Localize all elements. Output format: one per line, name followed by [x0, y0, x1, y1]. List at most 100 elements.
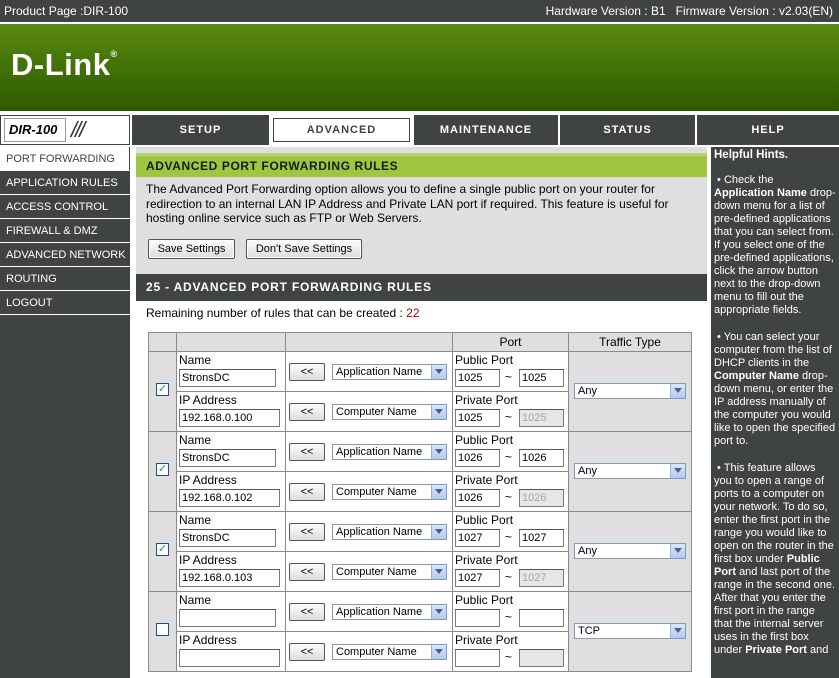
rule-enable-checkbox[interactable]: ✓ [156, 543, 169, 556]
rule-enable-checkbox[interactable] [156, 623, 169, 636]
computer-name-select[interactable]: Computer Name [332, 564, 447, 580]
name-label: Name [179, 593, 212, 607]
rule-name-input[interactable] [179, 609, 276, 627]
rule-enable-checkbox[interactable]: ✓ [156, 383, 169, 396]
save-settings-button[interactable]: Save Settings [148, 239, 235, 259]
rule-name-input[interactable]: StronsDC [179, 369, 276, 387]
chevron-down-icon [431, 405, 446, 419]
traffic-type-select[interactable]: Any [574, 543, 686, 559]
application-name-select[interactable]: Application Name [332, 364, 447, 380]
computer-name-select[interactable]: Computer Name [332, 404, 447, 420]
name-label: Name [179, 353, 212, 367]
private-port-start-input[interactable]: 1026 [455, 489, 500, 507]
sidebar-item-logout[interactable]: LOGOUT [0, 291, 130, 315]
sidebar-item-port-forwarding[interactable]: PORT FORWARDING [0, 147, 130, 171]
fill-computer-button[interactable]: << [289, 483, 325, 501]
fill-computer-button[interactable]: << [289, 643, 325, 661]
table-row: Name << Application Name Public Port ~ TCP [148, 591, 692, 672]
ip-address-input[interactable]: 192.168.0.103 [179, 569, 280, 587]
ip-address-input[interactable] [179, 649, 280, 667]
tab-advanced[interactable]: ADVANCED [269, 115, 412, 145]
hint-computer-name: • You can select your computer from the … [714, 331, 836, 447]
fill-application-button[interactable]: << [289, 523, 325, 541]
application-name-select[interactable]: Application Name [332, 524, 447, 540]
public-port-start-input[interactable]: 1027 [455, 529, 500, 547]
chevron-down-icon [670, 624, 685, 638]
top-info-bar: Product Page :DIR-100 Hardware Version :… [0, 0, 839, 22]
public-port-start-input[interactable] [455, 609, 500, 627]
application-name-select[interactable]: Application Name [332, 604, 447, 620]
chevron-down-icon [670, 544, 685, 558]
private-port-end-input: 1026 [519, 489, 564, 507]
chevron-down-icon [431, 645, 446, 659]
helpful-hints-panel: Helpful Hints. • Check the Application N… [711, 147, 839, 678]
hint-application-name: • Check the Application Name drop-down m… [714, 174, 836, 316]
traffic-type-select[interactable]: Any [574, 383, 686, 399]
sidebar: PORT FORWARDING APPLICATION RULES ACCESS… [0, 147, 130, 678]
private-port-start-input[interactable]: 1027 [455, 569, 500, 587]
ip-address-input[interactable]: 192.168.0.102 [179, 489, 280, 507]
fill-computer-button[interactable]: << [289, 563, 325, 581]
private-port-start-input[interactable] [455, 649, 500, 667]
tab-maintenance[interactable]: MAINTENANCE [412, 115, 558, 145]
fill-application-button[interactable]: << [289, 363, 325, 381]
traffic-type-select[interactable]: Any [574, 463, 686, 479]
sidebar-item-access-control[interactable]: ACCESS CONTROL [0, 195, 130, 219]
rule-name-input[interactable]: StronsDC [179, 449, 276, 467]
rule-enable-checkbox[interactable]: ✓ [156, 463, 169, 476]
private-port-end-input: 1025 [519, 409, 564, 427]
chevron-down-icon [431, 565, 446, 579]
chevron-down-icon [670, 384, 685, 398]
fill-application-button[interactable]: << [289, 443, 325, 461]
name-label: Name [179, 513, 212, 527]
public-port-end-input[interactable] [519, 609, 564, 627]
remaining-rules-count: 22 [406, 306, 420, 320]
dlink-logo: D-Link® [11, 47, 118, 82]
application-name-select[interactable]: Application Name [332, 444, 447, 460]
main-navigation: DIR-100 /// SETUP ADVANCED MAINTENANCE S… [0, 115, 839, 145]
sidebar-item-application-rules[interactable]: APPLICATION RULES [0, 171, 130, 195]
model-name: DIR-100 [4, 118, 66, 142]
range-separator: ~ [505, 570, 513, 584]
computer-name-select[interactable]: Computer Name [332, 484, 447, 500]
public-port-start-input[interactable]: 1026 [455, 449, 500, 467]
public-port-end-input[interactable]: 1025 [519, 369, 564, 387]
public-port-start-input[interactable]: 1025 [455, 369, 500, 387]
rules-panel: 25 - ADVANCED PORT FORWARDING RULES Rema… [136, 274, 707, 678]
sidebar-item-advanced-network[interactable]: ADVANCED NETWORK [0, 243, 130, 267]
chevron-down-icon [431, 605, 446, 619]
private-port-start-input[interactable]: 1025 [455, 409, 500, 427]
chevron-down-icon [670, 464, 685, 478]
range-separator: ~ [505, 410, 513, 424]
public-port-end-input[interactable]: 1027 [519, 529, 564, 547]
rule-rows: ✓ Name StronsDC << Application Name Public Po… [148, 351, 692, 672]
tab-help[interactable]: HELP [695, 115, 839, 145]
private-port-end-input: 1027 [519, 569, 564, 587]
ip-address-input[interactable]: 192.168.0.100 [179, 409, 280, 427]
public-port-label: Public Port [455, 433, 514, 447]
public-port-label: Public Port [455, 353, 514, 367]
public-port-end-input[interactable]: 1026 [519, 449, 564, 467]
ip-address-label: IP Address [179, 633, 237, 647]
tab-setup[interactable]: SETUP [130, 115, 269, 145]
hints-title: Helpful Hints. [714, 149, 789, 161]
intro-title: ADVANCED PORT FORWARDING RULES [146, 159, 399, 173]
fill-computer-button[interactable]: << [289, 403, 325, 421]
range-separator: ~ [505, 530, 513, 544]
private-port-label: Private Port [455, 553, 518, 567]
traffic-type-select[interactable]: TCP [574, 623, 686, 639]
dont-save-settings-button[interactable]: Don't Save Settings [246, 239, 362, 259]
brand-banner: D-Link® [0, 24, 839, 111]
ip-address-label: IP Address [179, 393, 237, 407]
port-column-header: Port [452, 332, 569, 352]
product-page-label: Product Page :DIR-100 [4, 4, 129, 18]
rule-name-input[interactable]: StronsDC [179, 529, 276, 547]
sidebar-item-firewall-dmz[interactable]: FIREWALL & DMZ [0, 219, 130, 243]
intro-text: The Advanced Port Forwarding option allo… [146, 182, 669, 225]
tab-status[interactable]: STATUS [558, 115, 695, 145]
fill-application-button[interactable]: << [289, 603, 325, 621]
sidebar-item-routing[interactable]: ROUTING [0, 267, 130, 291]
main-content: ADVANCED PORT FORWARDING RULES The Advan… [136, 147, 707, 678]
computer-name-select[interactable]: Computer Name [332, 644, 447, 660]
ip-address-label: IP Address [179, 553, 237, 567]
